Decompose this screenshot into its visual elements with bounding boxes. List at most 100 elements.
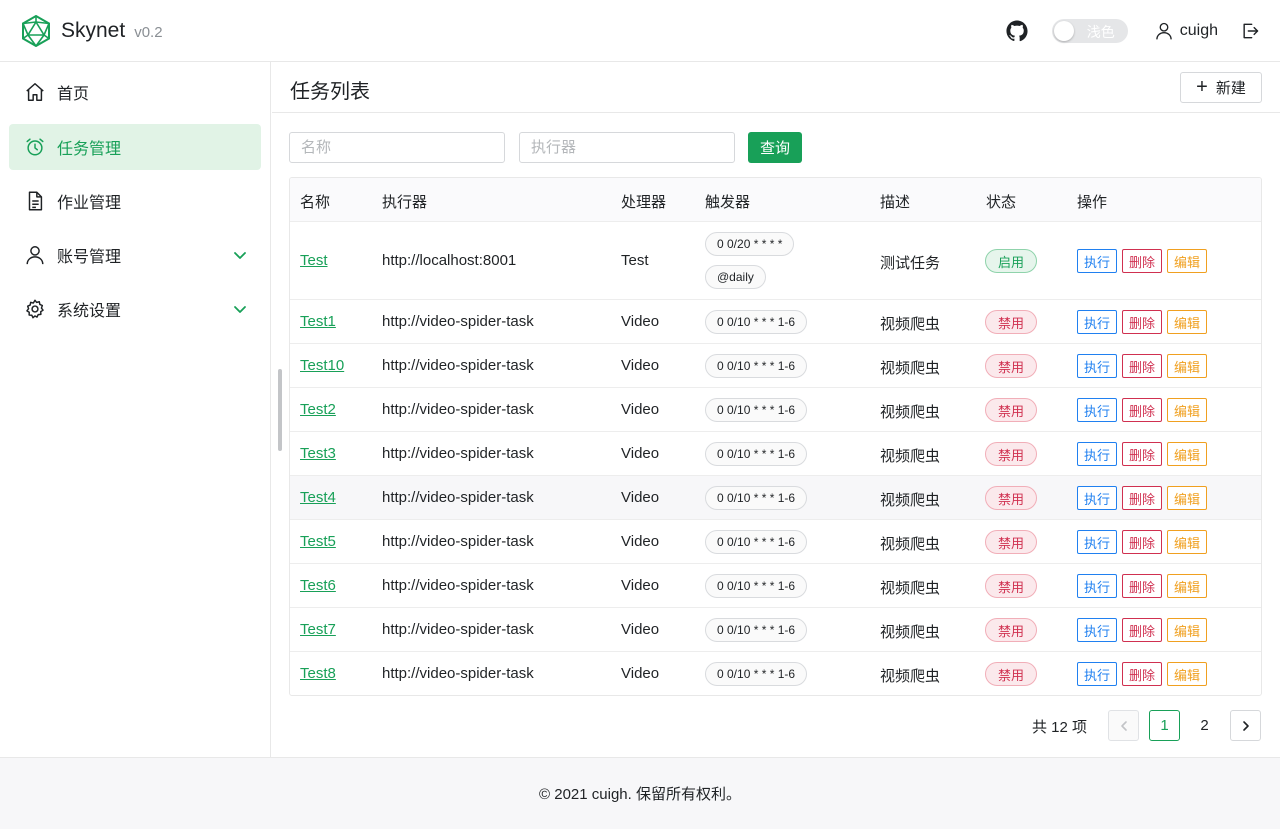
- github-icon[interactable]: [1006, 20, 1028, 42]
- executor-cell: http://video-spider-task: [382, 313, 534, 330]
- status-badge: 禁用: [985, 486, 1037, 510]
- description-cell: 视频爬虫: [880, 536, 941, 553]
- edit-button[interactable]: 编辑: [1167, 486, 1207, 510]
- run-button[interactable]: 执行: [1077, 354, 1117, 378]
- run-button[interactable]: 执行: [1077, 486, 1117, 510]
- edit-button[interactable]: 编辑: [1167, 442, 1207, 466]
- chevron-left-icon: [1120, 720, 1127, 731]
- pagination-page-1[interactable]: 1: [1149, 710, 1180, 741]
- delete-button[interactable]: 删除: [1122, 354, 1162, 378]
- sidebar-item-label: 作业管理: [57, 195, 122, 212]
- edit-button[interactable]: 编辑: [1167, 574, 1207, 598]
- sidebar-item-label: 账号管理: [57, 249, 122, 266]
- sidebar-item-settings[interactable]: 系统设置: [9, 286, 261, 332]
- edit-button[interactable]: 编辑: [1167, 530, 1207, 554]
- task-name-link[interactable]: Test1: [300, 313, 336, 330]
- sidebar-item-label: 首页: [57, 86, 90, 103]
- name-search-input[interactable]: [289, 132, 505, 163]
- edit-button[interactable]: 编辑: [1167, 310, 1207, 334]
- chevron-down-icon: [234, 252, 246, 259]
- table-row: Test10 http://video-spider-task Video 0 0/1…: [290, 344, 1261, 388]
- description-cell: 视频爬虫: [880, 580, 941, 597]
- trigger-tag: 0 0/20 * * * *: [705, 232, 795, 256]
- task-name-link[interactable]: Test4: [300, 489, 336, 506]
- pagination-prev-button[interactable]: [1108, 710, 1139, 741]
- run-button[interactable]: 执行: [1077, 618, 1117, 642]
- sidebar-item-accounts[interactable]: 账号管理: [9, 232, 261, 278]
- status-badge: 禁用: [985, 398, 1037, 422]
- edit-button[interactable]: 编辑: [1167, 398, 1207, 422]
- chevron-right-icon: [1242, 720, 1249, 731]
- user-menu[interactable]: cuigh: [1154, 21, 1218, 41]
- delete-button[interactable]: 删除: [1122, 249, 1162, 273]
- executor-cell: http://localhost:8001: [382, 252, 517, 269]
- handler-cell: Video: [621, 577, 660, 594]
- task-name-cell: Test6: [300, 577, 336, 594]
- logout-icon[interactable]: [1240, 21, 1260, 41]
- executor-search-input[interactable]: [519, 132, 735, 163]
- description-cell: 测试任务: [880, 255, 941, 272]
- trigger-tag: 0 0/10 * * * 1-6: [705, 486, 808, 510]
- delete-button[interactable]: 删除: [1122, 574, 1162, 598]
- plus-icon: +: [1196, 75, 1208, 98]
- executor-cell: http://video-spider-task: [382, 401, 534, 418]
- task-name-link[interactable]: Test: [300, 252, 328, 269]
- delete-button[interactable]: 删除: [1122, 486, 1162, 510]
- delete-button[interactable]: 删除: [1122, 618, 1162, 642]
- status-badge: 禁用: [985, 354, 1037, 378]
- edit-button[interactable]: 编辑: [1167, 618, 1207, 642]
- app-logo[interactable]: Skynet v0.2: [20, 14, 163, 47]
- copyright-text: © 2021 cuigh. 保留所有权利。: [539, 786, 741, 803]
- total-count: 共 12 项: [1032, 719, 1088, 736]
- table-row: Test5 http://video-spider-task Video 0 0/10…: [290, 520, 1261, 564]
- sidebar-scrollbar[interactable]: [278, 369, 282, 451]
- edit-button[interactable]: 编辑: [1167, 354, 1207, 378]
- sidebar-item-tasks[interactable]: 任务管理: [9, 124, 261, 170]
- sidebar-item-home[interactable]: 首页: [9, 69, 261, 115]
- table-row: Test7 http://video-spider-task Video 0 0/10…: [290, 608, 1261, 652]
- status-badge: 禁用: [985, 442, 1037, 466]
- trigger-tag: 0 0/10 * * * 1-6: [705, 354, 808, 378]
- run-button[interactable]: 执行: [1077, 249, 1117, 273]
- task-name-link[interactable]: Test5: [300, 533, 336, 550]
- search-button[interactable]: 查询: [748, 132, 802, 163]
- task-name-link[interactable]: Test6: [300, 577, 336, 594]
- column-header-description: 描述: [880, 194, 911, 211]
- status-badge: 禁用: [985, 574, 1037, 598]
- run-button[interactable]: 执行: [1077, 398, 1117, 422]
- edit-button[interactable]: 编辑: [1167, 662, 1207, 686]
- run-button[interactable]: 执行: [1077, 662, 1117, 686]
- delete-button[interactable]: 删除: [1122, 530, 1162, 554]
- task-name-link[interactable]: Test3: [300, 445, 336, 462]
- delete-button[interactable]: 删除: [1122, 662, 1162, 686]
- task-name-link[interactable]: Test8: [300, 665, 336, 682]
- handler-cell: Video: [621, 489, 660, 506]
- pagination-next-button[interactable]: [1230, 710, 1261, 741]
- handler-cell: Video: [621, 665, 660, 682]
- run-button[interactable]: 执行: [1077, 310, 1117, 334]
- new-task-button[interactable]: + 新建: [1180, 72, 1262, 103]
- delete-button[interactable]: 删除: [1122, 442, 1162, 466]
- run-button[interactable]: 执行: [1077, 530, 1117, 554]
- username: cuigh: [1179, 22, 1218, 39]
- task-name-link[interactable]: Test7: [300, 621, 336, 638]
- delete-button[interactable]: 删除: [1122, 398, 1162, 422]
- executor-cell: http://video-spider-task: [382, 533, 534, 550]
- status-badge: 禁用: [985, 662, 1037, 686]
- pagination-page-2[interactable]: 2: [1189, 710, 1220, 741]
- handler-cell: Video: [621, 533, 660, 550]
- app-header: Skynet v0.2 浅色 cuigh: [0, 0, 1280, 62]
- description-cell: 视频爬虫: [880, 448, 941, 465]
- run-button[interactable]: 执行: [1077, 442, 1117, 466]
- handler-cell: Video: [621, 401, 660, 418]
- run-button[interactable]: 执行: [1077, 574, 1117, 598]
- edit-button[interactable]: 编辑: [1167, 249, 1207, 273]
- theme-toggle[interactable]: 浅色: [1051, 19, 1128, 43]
- description-cell: 视频爬虫: [880, 668, 941, 685]
- task-name-link[interactable]: Test2: [300, 401, 336, 418]
- task-name-link[interactable]: Test10: [300, 357, 344, 374]
- status-badge: 禁用: [985, 530, 1037, 554]
- handler-cell: Video: [621, 357, 660, 374]
- sidebar-item-jobs[interactable]: 作业管理: [9, 178, 261, 224]
- delete-button[interactable]: 删除: [1122, 310, 1162, 334]
